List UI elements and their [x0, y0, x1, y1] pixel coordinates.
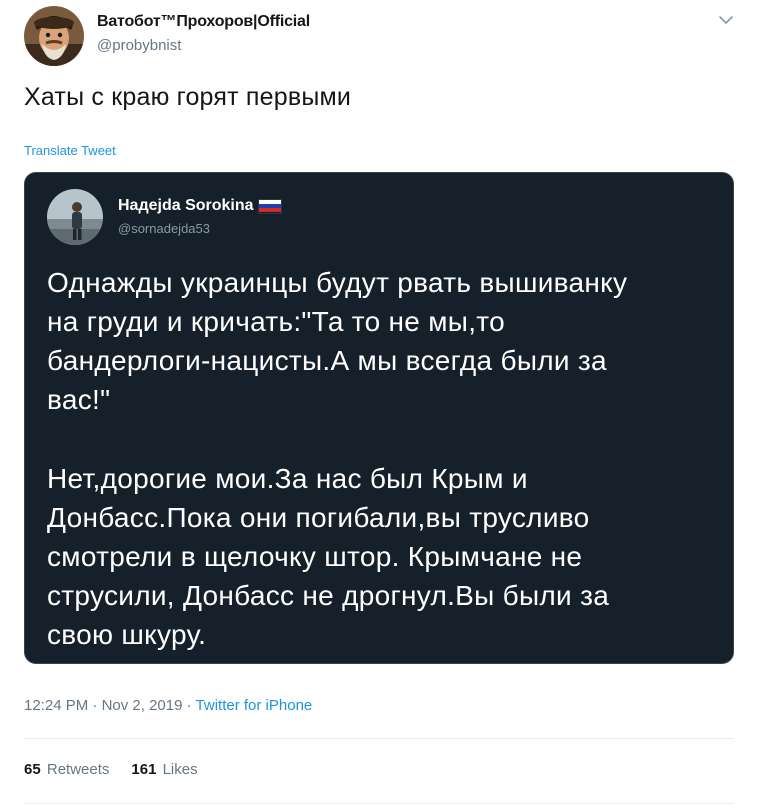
tweet-stats: 65 Retweets 161 Likes — [24, 761, 198, 778]
likes-count: 161 — [131, 761, 157, 778]
russian-flag-icon — [257, 198, 282, 214]
quoted-paragraph-1: Однажды украинцы будут рвать вышиванку н… — [47, 263, 627, 419]
tweet-source-link[interactable]: Twitter for iPhone — [196, 697, 313, 714]
quoted-line: вас!" — [47, 384, 111, 415]
quoted-line: свою шкуру. — [47, 619, 207, 650]
quoted-line: смотрели в щелочку штор. Крымчане не — [47, 541, 583, 572]
divider — [24, 738, 734, 739]
author-block[interactable]: Ватобот™Прохоров|Official @probybnist — [97, 13, 310, 54]
quoted-author-block[interactable]: Надejda Sorokina @sornadejda53 — [118, 197, 282, 236]
author-handle[interactable]: @probybnist — [97, 37, 310, 54]
meta-separator: · — [186, 697, 192, 714]
chevron-down-icon[interactable] — [716, 10, 736, 30]
avatar-photo-icon — [47, 189, 103, 245]
quoted-line: Нет,дорогие мои.За нас был Крым и — [47, 463, 528, 494]
quoted-author-avatar[interactable] — [47, 189, 103, 245]
translate-tweet-link[interactable]: Translate Tweet — [24, 143, 116, 158]
quoted-paragraph-2: Нет,дорогие мои.За нас был Крым и Донбас… — [47, 459, 609, 654]
quoted-author-display-name[interactable]: Надejda Sorokina — [118, 197, 254, 215]
quoted-author-name-row: Надejda Sorokina — [118, 197, 282, 215]
quoted-tweet[interactable]: Надejda Sorokina @sornadejda53 Однажды у… — [24, 172, 734, 664]
tweet-card: Ватобот™Прохоров|Official @probybnist Ха… — [0, 0, 762, 811]
author-avatar[interactable] — [24, 6, 84, 66]
tweet-time[interactable]: 12:24 PM — [24, 697, 88, 714]
tweet-text: Хаты с краю горят первыми — [24, 83, 352, 111]
quoted-line: бандерлоги-нацисты.А мы всегда были за — [47, 345, 607, 376]
avatar-photo-icon — [24, 6, 84, 66]
retweets-label: Retweets — [46, 761, 110, 778]
quoted-line: Однажды украинцы будут рвать вышиванку — [47, 267, 628, 298]
divider — [24, 803, 734, 804]
quoted-author-handle[interactable]: @sornadejda53 — [118, 221, 282, 236]
likes-stat[interactable]: 161 Likes — [131, 761, 197, 778]
author-display-name[interactable]: Ватобот™Прохоров|Official — [97, 13, 310, 31]
likes-label: Likes — [162, 761, 198, 778]
tweet-meta: 12:24 PM · Nov 2, 2019 · Twitter for iPh… — [24, 697, 312, 714]
retweets-stat[interactable]: 65 Retweets — [24, 761, 109, 778]
quoted-line: Донбасс.Пока они погибали,вы трусливо — [47, 502, 590, 533]
quoted-line: на груди и кричать:"Та то не мы,то — [47, 306, 505, 337]
tweet-date[interactable]: Nov 2, 2019 — [102, 697, 183, 714]
meta-separator: · — [92, 697, 98, 714]
quoted-line: струсили, Донбасс не дрогнул.Вы были за — [47, 580, 610, 611]
retweets-count: 65 — [24, 761, 41, 778]
